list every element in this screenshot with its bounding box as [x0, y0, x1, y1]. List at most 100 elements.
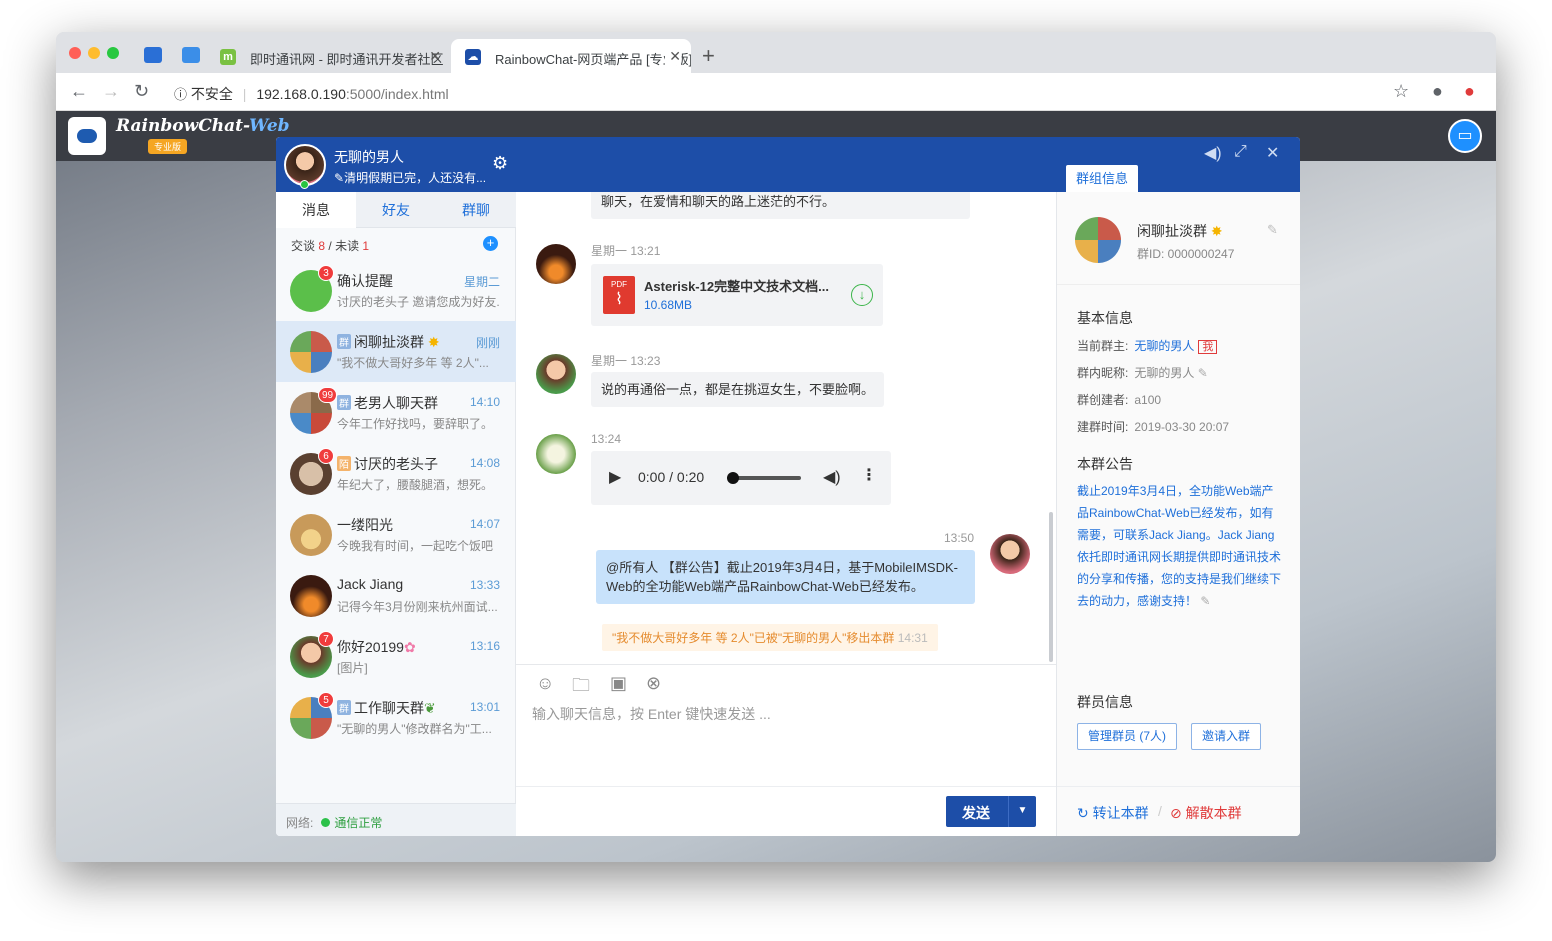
created-row: 建群时间: 2019-03-30 20:07 — [1077, 420, 1230, 434]
tab-group-info[interactable]: 群组信息 — [1066, 165, 1138, 192]
panel-tabs: 消息 好友 群聊 — [276, 192, 516, 228]
account-icon[interactable]: ● — [1432, 81, 1443, 102]
cloud-logo-icon — [68, 117, 106, 155]
leaf-icon: ❦ — [424, 700, 436, 716]
my-signature[interactable]: ✎清明假期已完，人还没有... — [334, 169, 486, 186]
info-icon[interactable]: ⓘ — [174, 87, 187, 102]
tab-title: 即时通讯网 - 即时通讯开发者社区 — [250, 52, 444, 67]
network-status: 网络: 通信正常 — [276, 803, 516, 836]
download-icon[interactable]: ↓ — [851, 284, 873, 306]
tab-close-icon[interactable]: ✕ — [429, 48, 441, 65]
my-name: 无聊的男人 — [334, 149, 404, 165]
system-notice: "我不做大哥好多年 等 2人"已被"无聊的男人"移出本群 14:31 — [602, 624, 938, 651]
avatar[interactable] — [536, 434, 576, 474]
volume-icon[interactable]: ◀) — [823, 467, 841, 487]
minimize-window-button[interactable] — [88, 47, 100, 59]
edit-icon[interactable]: ✎ — [1198, 366, 1208, 380]
group-name: 闲聊扯淡群 ✸ — [1137, 223, 1223, 239]
tab-groups[interactable]: 群聊 — [436, 192, 516, 228]
list-item[interactable]: 5 群工作聊天群❦ 13:01 "无聊的男人"修改群名为"工... — [276, 687, 516, 748]
avatar[interactable] — [536, 244, 576, 284]
tab-close-icon[interactable]: ✕ — [665, 48, 681, 65]
fullscreen-icon[interactable]: ⤢ — [1234, 143, 1247, 161]
stranger-tag: 陌 — [337, 456, 351, 471]
conversation-title: 确认提醒 — [337, 273, 393, 289]
conversation-title: 陌讨厌的老头子 — [337, 456, 438, 472]
group-avatar — [1075, 217, 1121, 263]
extension-icon[interactable]: ● — [1464, 81, 1475, 102]
group-info-panel: 闲聊扯淡群 ✸ ✎ 群ID: 0000000247 基本信息 当前群主: 无聊的男… — [1056, 192, 1300, 836]
list-item[interactable]: 群闲聊扯淡群 ✸ 刚刚 "我不做大哥好多年 等 2人"... — [276, 321, 516, 382]
close-window-button[interactable] — [69, 47, 81, 59]
recall-icon[interactable]: ⊗ — [646, 673, 661, 694]
announcement: 截止2019年3月4日，全功能Web端产品RainbowChat-Web已经发布… — [1077, 484, 1282, 608]
mail-icon[interactable] — [182, 47, 200, 63]
scrollbar[interactable] — [1049, 512, 1053, 662]
app-viewport: RainbowChat-Web 专业版 ▭ ◀) ⤢ ✕ 无聊的男人 ✎清明假期… — [56, 111, 1496, 862]
message-time: 13:50 — [944, 531, 975, 545]
list-item[interactable]: 99 群老男人聊天群 14:10 今年工作好找吗，要辞职了。 — [276, 382, 516, 443]
audio-progress[interactable] — [729, 476, 801, 480]
message-list[interactable]: 聊天，在爱情和聊天的路上迷茫的不行。 星期一 13:21 PDF ⌇ Asteri… — [516, 192, 1056, 664]
transfer-group-button[interactable]: ↻ 转让本群 — [1077, 803, 1149, 823]
audio-player[interactable]: ▶ 0:00 / 0:20 ◀) ⋮ — [591, 451, 891, 505]
conversation-title: 一缕阳光 — [337, 517, 393, 533]
close-icon[interactable]: ✕ — [1266, 143, 1279, 163]
avatar[interactable] — [536, 354, 576, 394]
audio-seek-handle[interactable] — [727, 472, 739, 484]
list-item[interactable]: 一缕阳光 14:07 今晚我有时间，一起吃个饭吧 — [276, 504, 516, 565]
message-input[interactable]: 输入聊天信息，按 Enter 键快速发送 ... — [532, 704, 771, 724]
creator-row: 群创建者: a100 — [1077, 393, 1162, 407]
avatar — [290, 331, 332, 373]
list-item[interactable]: 3 确认提醒 星期二 讨厌的老头子 邀请您成为好友. — [276, 260, 516, 321]
invite-button[interactable]: 邀请入群 — [1191, 723, 1262, 750]
edit-icon[interactable]: ✎ — [1267, 222, 1278, 238]
add-icon[interactable]: + — [483, 236, 498, 251]
list-item[interactable]: 6 陌讨厌的老头子 14:08 年纪大了，腰酸腿酒，想死。 — [276, 443, 516, 504]
message-bubble: 说的再通俗一点，都是在挑逗女生，不要脸啊。 — [591, 372, 885, 407]
conversation-title: 群闲聊扯淡群 ✸ — [337, 334, 440, 350]
tab-messages[interactable]: 消息 — [276, 192, 356, 228]
composer-footer: 发送 ▼ — [516, 786, 1056, 836]
pencil-icon: ✎ — [334, 171, 345, 185]
pinned-tab-icon[interactable] — [144, 47, 162, 63]
url-path: :5000/index.html — [345, 86, 449, 102]
url-field[interactable]: ⓘ 不安全 | 192.168.0.190:5000/index.html — [174, 84, 449, 104]
tab-imchat[interactable]: m 即时通讯网 - 即时通讯开发者社区 ✕ — [206, 39, 451, 73]
chat-bubble-icon[interactable]: ▭ — [1448, 119, 1482, 153]
tab-rainbowchat[interactable]: ☁ RainbowChat-网页端产品 [专业版] ✕ — [451, 39, 691, 73]
chevron-down-icon[interactable]: ▼ — [1008, 796, 1036, 827]
tab-friends[interactable]: 好友 — [356, 192, 436, 228]
file-message[interactable]: PDF ⌇ Asterisk-12完整中文技术文档... 10.68MB ↓ — [591, 264, 883, 326]
list-item[interactable]: 7 你好20199✿ 13:16 [图片] — [276, 626, 516, 687]
url-host: 192.168.0.190 — [256, 86, 346, 102]
star-icon[interactable]: ☆ — [1393, 81, 1409, 102]
dissolve-group-button[interactable]: ⊘ 解散本群 — [1170, 803, 1242, 823]
more-icon[interactable]: ⋮ — [861, 465, 877, 485]
tab-title: RainbowChat-网页端产品 [专业版] — [495, 52, 691, 67]
manage-members-button[interactable]: 管理群员 (7人) — [1077, 723, 1178, 750]
my-avatar[interactable] — [990, 534, 1030, 574]
maximize-window-button[interactable] — [107, 47, 119, 59]
divider — [1057, 284, 1300, 285]
conversation-preview: 年纪大了，腰酸腿酒，想死。 — [337, 478, 494, 492]
folder-icon[interactable]: 🗀 — [572, 673, 590, 703]
send-button[interactable]: 发送 ▼ — [946, 796, 1036, 827]
back-icon[interactable]: ← — [70, 81, 88, 102]
new-tab-icon[interactable]: + — [702, 43, 715, 69]
emoji-icon[interactable]: ☺ — [536, 673, 554, 694]
play-icon[interactable]: ▶ — [609, 467, 621, 487]
edition-badge: 专业版 — [148, 139, 188, 154]
section-title: 群员信息 — [1077, 694, 1133, 710]
group-tag: 群 — [337, 334, 351, 349]
separator: / — [1158, 803, 1162, 819]
reload-icon[interactable]: ↻ — [134, 81, 149, 102]
chat-window: ◀) ⤢ ✕ 无聊的男人 ✎清明假期已完，人还没有... ⚙ 消息 好友 群聊 — [276, 137, 1300, 836]
message-area: 聊天，在爱情和聊天的路上迷茫的不行。 星期一 13:21 PDF ⌇ Asteri… — [516, 192, 1056, 836]
image-icon[interactable]: ▣ — [610, 673, 627, 694]
sound-icon[interactable]: ◀) — [1204, 143, 1222, 163]
list-item[interactable]: Jack Jiang 13:33 记得今年3月份刚来杭州面试... — [276, 565, 516, 626]
gear-icon[interactable]: ⚙ — [492, 153, 508, 174]
file-size: 10.68MB — [644, 298, 693, 312]
forward-icon[interactable]: → — [102, 81, 120, 102]
